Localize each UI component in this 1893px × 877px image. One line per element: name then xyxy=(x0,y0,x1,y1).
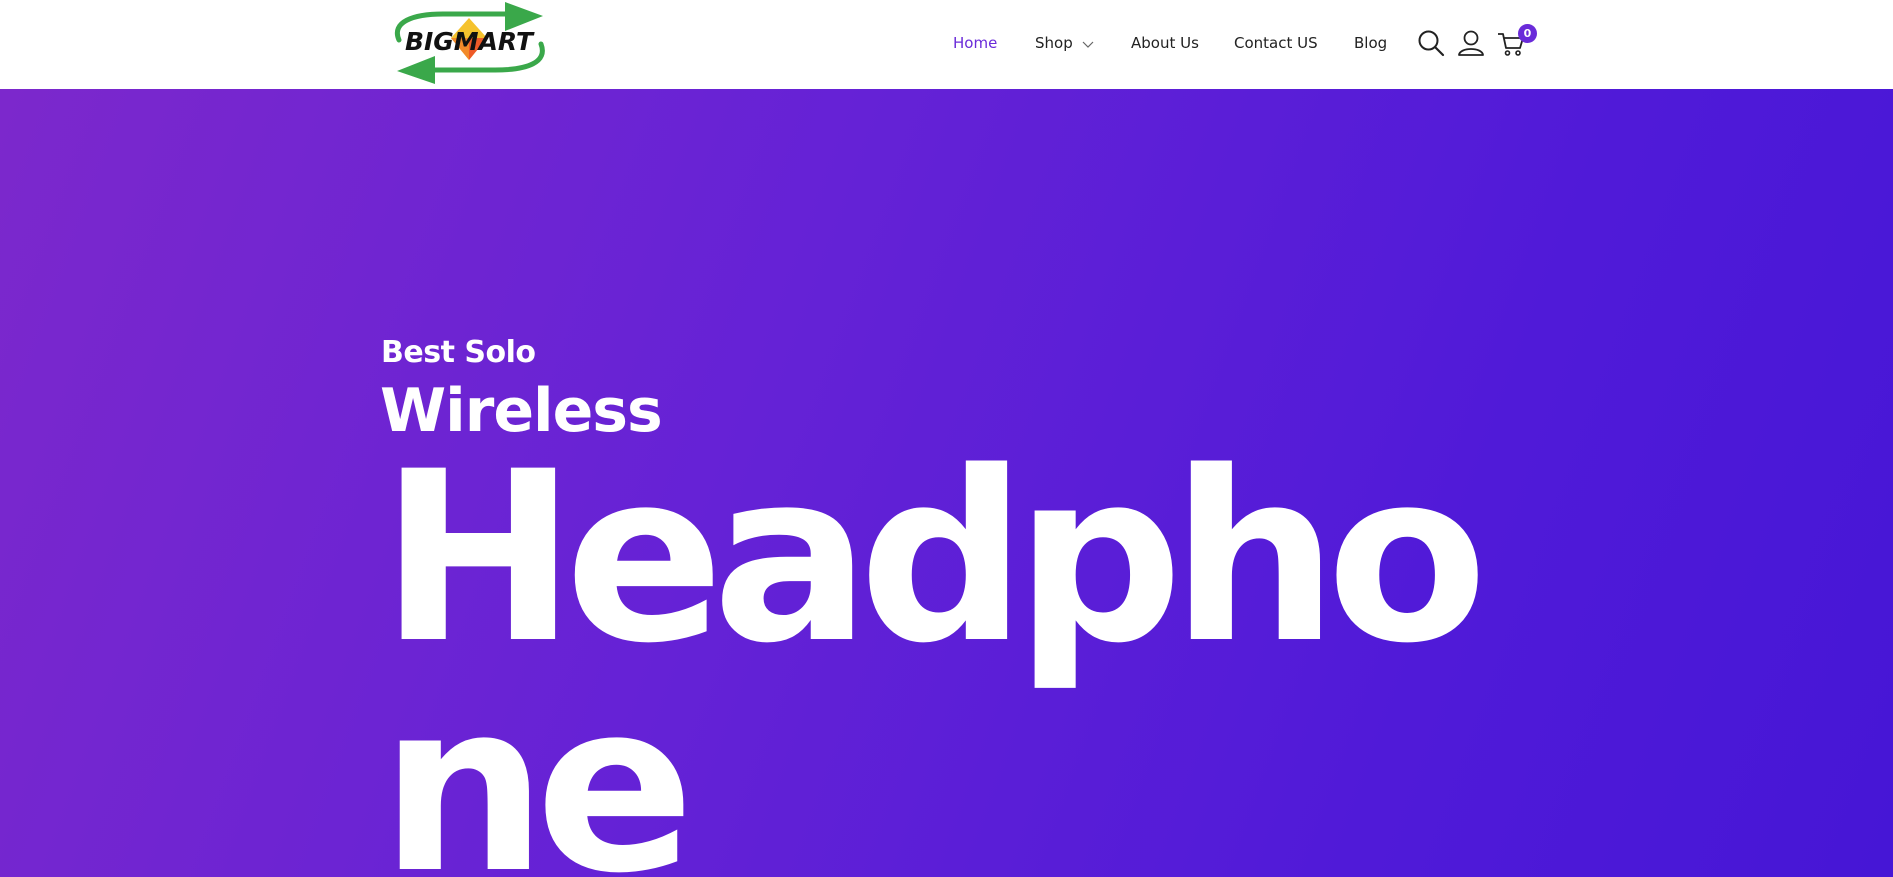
hero-banner: Best Solo Wireless Headphone xyxy=(0,89,1893,877)
user-icon[interactable] xyxy=(1456,28,1486,58)
site-header: BIGMART Home Shop About Us Contact US Bl… xyxy=(0,0,1893,89)
nav-item-home[interactable]: Home xyxy=(953,33,997,53)
cart-count-badge: 0 xyxy=(1518,24,1537,43)
nav-item-blog[interactable]: Blog xyxy=(1354,33,1387,53)
nav-item-shop[interactable]: Shop xyxy=(1035,33,1094,54)
main-nav: Home Shop About Us Contact US Blog 0 xyxy=(0,0,1893,89)
nav-item-shop-label: Shop xyxy=(1035,34,1073,52)
hero-headline: Headphone xyxy=(380,422,1488,877)
chevron-down-icon xyxy=(1082,34,1094,54)
nav-item-contact-us[interactable]: Contact US xyxy=(1234,33,1318,53)
nav-item-about-us[interactable]: About Us xyxy=(1131,33,1199,53)
search-icon[interactable] xyxy=(1416,28,1446,58)
hero-subtitle: Best Solo xyxy=(381,335,536,370)
